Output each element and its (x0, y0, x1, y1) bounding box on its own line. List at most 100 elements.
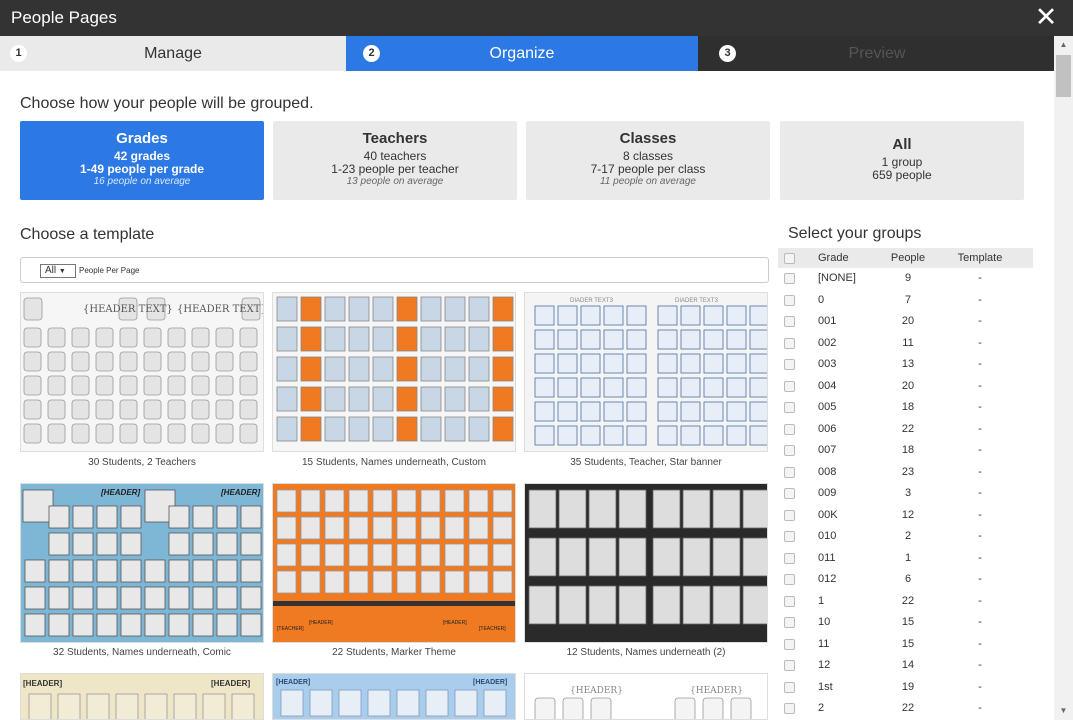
row-checkbox[interactable] (784, 423, 795, 435)
table-row[interactable]: 003 13 - (778, 354, 1033, 376)
template-thumb[interactable]: {HEADER} {HEADER} (524, 673, 768, 720)
photo-slot (192, 613, 214, 637)
row-checkbox[interactable] (784, 681, 795, 693)
scrollbar[interactable]: ▲ ▼ (1054, 36, 1073, 720)
row-checkbox[interactable] (784, 445, 795, 456)
photo-slot (144, 613, 166, 637)
people-cell: 15 (901, 616, 915, 628)
grade-cell: 2 (818, 702, 825, 714)
grade-cell: 10 (818, 616, 831, 628)
photo-slot (143, 423, 162, 444)
photo-slot (47, 351, 66, 372)
row-checkbox[interactable] (784, 359, 795, 370)
photo-slot (603, 425, 624, 446)
row-checkbox[interactable] (784, 617, 795, 628)
template-thumb[interactable]: [HEADER] [HEADER] [TEACHER] [TEACHER] (272, 483, 516, 643)
row-checkbox[interactable] (784, 531, 795, 542)
table-row[interactable]: 12 14 - (778, 655, 1033, 677)
select-all-checkbox[interactable] (784, 253, 795, 264)
row-checkbox[interactable] (784, 703, 795, 714)
table-row[interactable]: 011 1 - (778, 548, 1033, 570)
template-thumb[interactable] (524, 483, 768, 643)
table-row[interactable]: 1 22 - (778, 591, 1033, 613)
group-option-all[interactable]: All 1 group 659 people (780, 121, 1024, 200)
grade-cell: 1st (818, 680, 833, 693)
grade-cell: 004 (818, 379, 837, 392)
row-checkbox[interactable] (784, 294, 795, 306)
scroll-down-icon[interactable]: ▼ (1054, 702, 1073, 720)
template-thumb[interactable]: [HEADER] [HEADER] (20, 483, 264, 643)
template-cell: - (978, 465, 982, 478)
photo-slot (492, 516, 513, 540)
row-checkbox[interactable] (784, 509, 795, 521)
row-checkbox[interactable] (784, 660, 795, 671)
scroll-up-icon[interactable]: ▲ (1054, 36, 1073, 54)
table-row[interactable]: 008 23 - (778, 462, 1033, 484)
row-checkbox[interactable] (784, 595, 795, 607)
table-row[interactable]: 11 15 - (778, 634, 1033, 656)
grouping-heading: Choose how your people will be grouped. (20, 95, 314, 112)
table-row[interactable]: 10 15 - (778, 612, 1033, 634)
row-checkbox[interactable] (784, 337, 795, 349)
template-header-text: [HEADER] (220, 488, 260, 497)
table-row[interactable]: 001 20 - (778, 311, 1033, 333)
photo-slot (492, 416, 514, 442)
photo-slot (558, 537, 587, 577)
template-thumb[interactable] (272, 292, 516, 452)
table-row[interactable]: 004 20 - (778, 376, 1033, 398)
photo-slot (28, 693, 52, 719)
row-checkbox[interactable] (784, 380, 795, 392)
photo-slot (24, 586, 46, 610)
close-icon[interactable]: ✕ (1033, 3, 1059, 33)
table-row[interactable]: 010 2 - (778, 526, 1033, 548)
table-row[interactable]: 012 6 - (778, 569, 1033, 591)
step-manage[interactable]: 1 Manage (0, 36, 346, 71)
template-thumb[interactable]: DIADER TEXT3 DIADER TEXT3 (524, 292, 768, 452)
row-checkbox[interactable] (784, 273, 795, 284)
step-preview[interactable]: 3 Preview (698, 36, 1056, 71)
table-row[interactable]: 009 3 - (778, 483, 1033, 505)
table-row[interactable]: 007 18 - (778, 440, 1033, 462)
row-checkbox[interactable] (784, 574, 795, 585)
step-organize[interactable]: 2 Organize (346, 36, 698, 71)
table-row[interactable]: 00K 12 - (778, 505, 1033, 527)
photo-slot (24, 559, 46, 583)
table-row[interactable]: 005 18 - (778, 397, 1033, 419)
row-checkbox[interactable] (784, 316, 795, 327)
photo-slot (726, 353, 747, 374)
column-header-grade: Grade (818, 252, 849, 264)
table-row[interactable]: 0 7 - (778, 290, 1033, 312)
table-row[interactable]: 2 22- (778, 698, 1033, 720)
scrollbar-thumb[interactable] (1056, 55, 1071, 97)
photo-slot (492, 570, 513, 594)
people-per-page-select[interactable]: All ▼ (40, 264, 76, 278)
photo-slot (348, 489, 369, 513)
photo-slot (657, 353, 678, 374)
photo-slot (420, 516, 441, 540)
photo-slot (276, 516, 297, 540)
group-option-teachers[interactable]: Teachers 40 teachers 1-23 people per tea… (273, 121, 517, 200)
template-cell: - (978, 573, 982, 585)
photo-slot (742, 537, 767, 577)
row-checkbox[interactable] (784, 488, 795, 499)
group-option-classes[interactable]: Classes 8 classes 7-17 people per class … (526, 121, 770, 200)
template-header-text: {HEADER} (690, 686, 743, 696)
row-checkbox[interactable] (784, 638, 795, 650)
template-thumb[interactable]: [HEADER] [HEADER] (20, 673, 264, 720)
table-row[interactable]: 006 22 - (778, 419, 1033, 441)
row-checkbox[interactable] (784, 402, 795, 413)
photo-slot (492, 326, 514, 352)
template-thumb[interactable]: [HEADER] [HEADER] (272, 673, 516, 720)
row-checkbox[interactable] (784, 466, 795, 478)
photo-slot (657, 425, 678, 446)
table-row[interactable]: 1st 19 - (778, 677, 1033, 699)
select-value: All (45, 265, 57, 276)
photo-slot (534, 425, 555, 446)
template-thumb[interactable]: {HEADER TEXT} {HEADER TEXT} (20, 292, 264, 452)
group-option-grades[interactable]: Grades 42 grades 1-49 people per grade 1… (20, 121, 264, 200)
table-row[interactable]: 002 11 - (778, 333, 1033, 355)
template-cell: - (978, 358, 982, 370)
table-row[interactable]: [NONE] 9 - (778, 268, 1033, 290)
photo-slot (372, 386, 394, 412)
row-checkbox[interactable] (784, 552, 795, 564)
